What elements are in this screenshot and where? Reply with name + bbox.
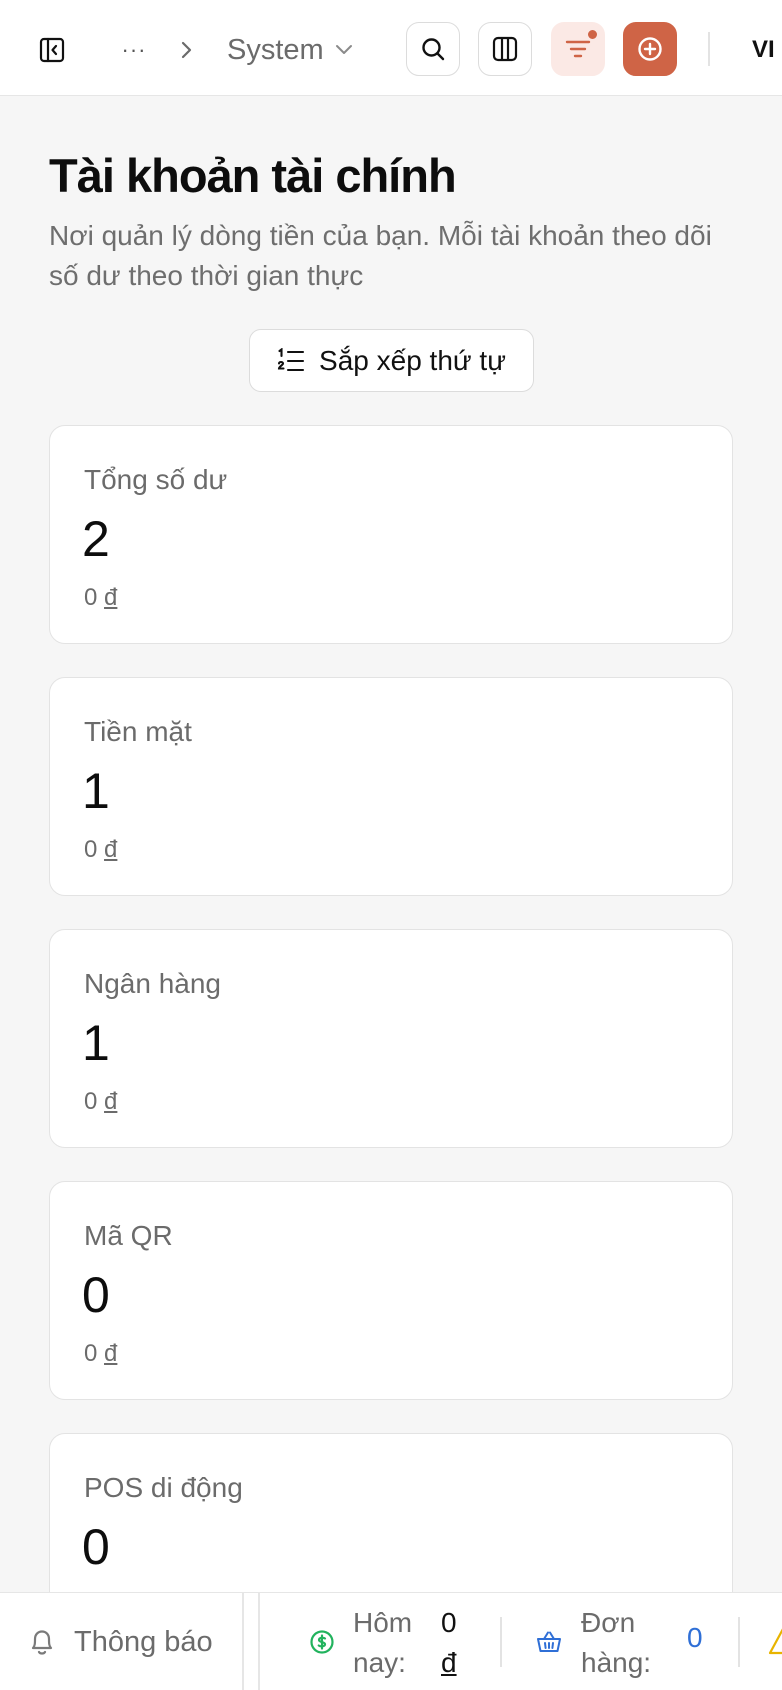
filter-button[interactable] (551, 22, 605, 76)
basket-icon (536, 1623, 564, 1661)
card-amount: 0 đ (84, 1088, 118, 1115)
add-button[interactable] (623, 22, 677, 76)
card-count: 1 (82, 763, 110, 819)
sidebar-toggle-icon[interactable] (30, 28, 74, 72)
divider (242, 1593, 244, 1690)
today-revenue-label: Hôm nay: (353, 1607, 413, 1678)
divider (500, 1617, 502, 1667)
card-label: Tiền mặt (84, 716, 192, 747)
divider (258, 1593, 260, 1690)
card-label: Ngân hàng (84, 968, 222, 999)
card-amount: 0 đ (84, 584, 118, 611)
language-switcher[interactable]: VI (752, 30, 775, 70)
columns-button[interactable] (478, 22, 532, 76)
toolbar-divider (708, 32, 710, 66)
filter-icon (565, 40, 591, 58)
orders-value: 0 (687, 1622, 703, 1653)
page-description: Nơi quản lý dòng tiền của bạn. Mỗi tài k… (49, 220, 712, 291)
card-count: 2 (82, 511, 110, 567)
orders-label: Đơn hàng: (581, 1607, 652, 1678)
card-count: 0 (82, 1519, 110, 1575)
divider (738, 1617, 740, 1667)
columns-icon (492, 36, 518, 62)
balance-card-bank[interactable]: Ngân hàng 1 0 đ (49, 929, 733, 1148)
bell-icon (31, 1630, 53, 1655)
card-count: 0 (82, 1267, 110, 1323)
card-label: POS di động (84, 1472, 243, 1503)
sort-order-button[interactable]: Sắp xếp thứ tự (249, 329, 534, 392)
sort-order-label: Sắp xếp thứ tự (319, 344, 506, 376)
warning-icon (768, 1628, 782, 1655)
today-revenue-value: 0 đ (441, 1607, 457, 1678)
card-label: Tổng số dư (84, 464, 228, 495)
search-icon (422, 38, 445, 61)
breadcrumb-more-button[interactable]: ··· (112, 28, 156, 72)
card-label: Mã QR (84, 1220, 173, 1251)
chevron-down-icon (335, 45, 352, 54)
page-title: Tài khoản tài chính (49, 149, 457, 202)
status-bar: Thông báo Hôm nay: 0 đ Đơn hàng: 0 (0, 1592, 782, 1690)
notifications-button[interactable]: Thông báo (28, 1593, 213, 1690)
breadcrumb-current-label: System (227, 33, 324, 66)
ordered-list-icon (277, 347, 305, 371)
app-frame: ··· System VI Tài khoản tài chính Nơi qu… (0, 0, 782, 1690)
card-amount: 0 đ (84, 836, 118, 863)
chevron-right-icon (172, 28, 202, 72)
top-bar: ··· System VI (0, 0, 782, 96)
dollar-circle-icon (309, 1623, 337, 1661)
balance-card-total[interactable]: Tổng số dư 2 0 đ (49, 425, 733, 644)
card-count: 1 (82, 1015, 110, 1071)
balance-card-cash[interactable]: Tiền mặt 1 0 đ (49, 677, 733, 896)
card-amount: 0 đ (84, 1340, 118, 1367)
filter-active-badge (587, 29, 598, 40)
ellipsis-icon: ··· (121, 37, 147, 62)
balance-card-qr[interactable]: Mã QR 0 0 đ (49, 1181, 733, 1400)
breadcrumb-current[interactable]: System (227, 28, 354, 72)
search-button[interactable] (406, 22, 460, 76)
notifications-label: Thông báo (74, 1625, 213, 1658)
plus-circle-icon (638, 37, 662, 61)
